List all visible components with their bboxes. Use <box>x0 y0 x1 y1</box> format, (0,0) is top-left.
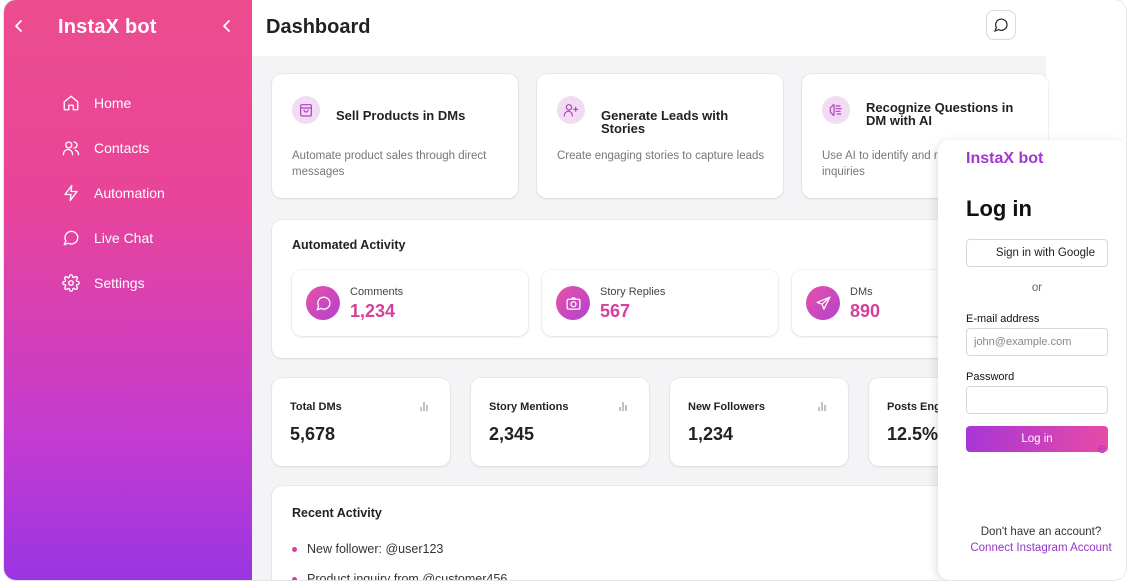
activity-label: Story Replies <box>600 286 666 298</box>
gear-icon <box>62 273 80 292</box>
feature-title: Recognize Questions in DM with AI <box>866 100 1014 128</box>
sidebar-item-label: Home <box>94 94 132 111</box>
chat-button[interactable] <box>986 10 1016 40</box>
list-item-text: New follower: @user123 <box>307 542 444 556</box>
feature-description-line: Use AI to identify and r <box>822 150 938 162</box>
password-field[interactable] <box>966 386 1108 414</box>
activity-value: 890 <box>850 301 881 321</box>
sidebar-nav: Home Contacts Automation Live Chat Setti… <box>62 80 165 305</box>
stat-card-new-followers[interactable]: New Followers 1,234 <box>670 378 848 466</box>
login-brand: InstaX bot <box>966 150 1044 167</box>
sidebar-brand: InstaX bot <box>58 16 157 38</box>
signup-prompt: Don't have an account? Connect Instagram… <box>966 524 1116 556</box>
feature-description: Create engaging stories to capture leads <box>557 150 765 162</box>
feature-card-generate-leads[interactable]: Generate Leads with Stories Create engag… <box>537 74 783 198</box>
stat-value: 5,678 <box>290 424 336 444</box>
bar-chart-icon <box>420 402 428 411</box>
email-field[interactable] <box>966 328 1108 356</box>
app-window: InstaX bot Home Contacts Automation Live… <box>4 0 1126 580</box>
feature-description-line: inquiries <box>822 166 865 178</box>
home-icon <box>62 94 80 112</box>
page-title: Dashboard <box>266 16 371 38</box>
activity-value: 567 <box>600 301 631 321</box>
sidebar-item-contacts[interactable]: Contacts <box>62 125 165 170</box>
connect-instagram-link[interactable]: Connect Instagram Account <box>966 540 1116 556</box>
login-title: Log in <box>966 196 1032 221</box>
sidebar: InstaX bot Home Contacts Automation Live… <box>4 0 252 580</box>
users-icon <box>62 139 80 157</box>
login-button[interactable]: Log in <box>966 426 1108 452</box>
stat-card-story-mentions[interactable]: Story Mentions 2,345 <box>471 378 649 466</box>
activity-card-comments[interactable]: Comments 1,234 <box>292 270 528 336</box>
list-item: Product inquiry from @customer456 <box>292 572 507 580</box>
lightning-icon <box>62 184 80 202</box>
feature-title: Generate Leads with Stories <box>601 108 729 136</box>
section-title: Recent Activity <box>292 506 382 520</box>
chat-icon <box>993 18 1008 33</box>
comment-icon <box>306 286 340 320</box>
bullet-icon <box>292 576 297 580</box>
activity-label: Comments <box>350 286 404 298</box>
email-label: E-mail address <box>966 313 1040 325</box>
password-label: Password <box>966 371 1015 383</box>
stat-label: Story Mentions <box>489 401 569 413</box>
camera-icon <box>556 286 590 320</box>
sidebar-item-home[interactable]: Home <box>62 80 165 125</box>
list-item: New follower: @user123 <box>292 542 443 556</box>
stat-card-total-dms[interactable]: Total DMs 5,678 <box>272 378 450 466</box>
bar-chart-icon <box>619 402 627 411</box>
collapse-sidebar-icon[interactable] <box>220 18 234 34</box>
sidebar-item-label: Contacts <box>94 139 150 156</box>
login-panel: InstaX bot Log in Sign in with Google or… <box>938 140 1126 580</box>
feature-title: Sell Products in DMs <box>336 108 466 123</box>
sidebar-item-live-chat[interactable]: Live Chat <box>62 215 165 260</box>
google-signin-button[interactable]: Sign in with Google <box>966 239 1108 267</box>
sidebar-item-label: Settings <box>94 274 145 291</box>
user-plus-icon <box>557 96 585 124</box>
or-divider: or <box>1031 282 1043 294</box>
no-account-text: Don't have an account? <box>980 526 1102 538</box>
sidebar-item-automation[interactable]: Automation <box>62 170 165 215</box>
activity-value: 1,234 <box>350 301 396 321</box>
bullet-icon <box>292 546 297 552</box>
sidebar-item-label: Automation <box>94 184 165 201</box>
section-title: Automated Activity <box>292 238 406 252</box>
feature-card-sell-products[interactable]: Sell Products in DMs Automate product sa… <box>272 74 518 198</box>
stat-value: 1,234 <box>688 424 734 444</box>
stat-value: 12.5% <box>887 424 939 444</box>
send-icon <box>806 286 840 320</box>
sidebar-item-label: Live Chat <box>94 229 154 246</box>
header: Dashboard <box>252 0 1046 56</box>
brain-icon <box>822 96 850 124</box>
chevron-left-icon[interactable] <box>12 18 26 34</box>
stat-label: New Followers <box>688 401 766 413</box>
stat-label: Total DMs <box>290 401 342 413</box>
stat-value: 2,345 <box>489 424 535 444</box>
chat-icon <box>62 229 80 247</box>
bar-chart-icon <box>818 402 826 411</box>
list-item-text: Product inquiry from @customer456 <box>307 572 508 580</box>
activity-card-story-replies[interactable]: Story Replies 567 <box>542 270 778 336</box>
sidebar-item-settings[interactable]: Settings <box>62 260 165 305</box>
shopping-bag-icon <box>292 96 320 124</box>
activity-label: DMs <box>850 286 873 298</box>
feature-description: Automate product sales through direct me… <box>292 150 487 178</box>
login-button-overflow-text: e <box>1098 440 1106 456</box>
